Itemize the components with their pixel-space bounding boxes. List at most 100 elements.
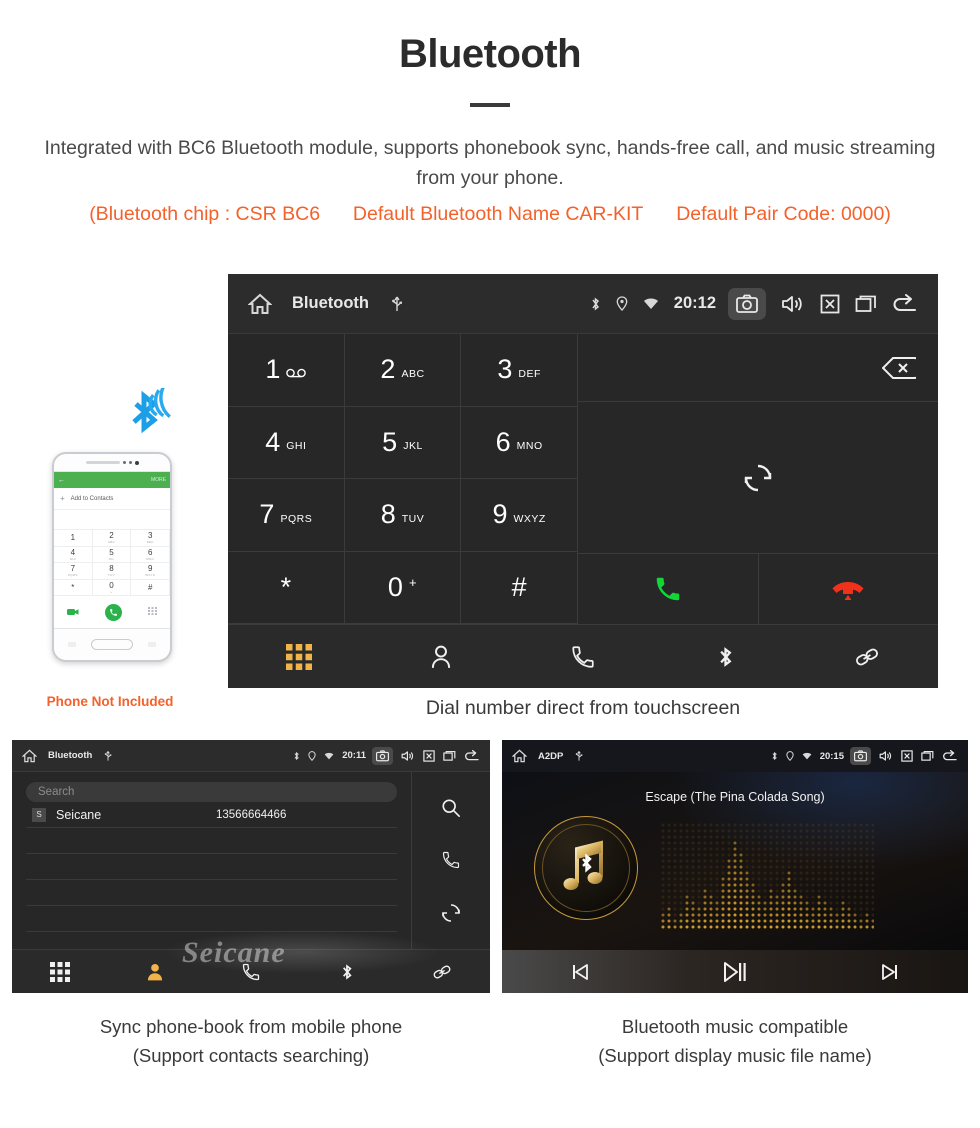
play-pause-button[interactable] [657, 960, 812, 984]
key-letters: WXYZ [513, 512, 546, 525]
dialpad-key-4[interactable]: 4 GHI [228, 406, 345, 479]
dialpad-key-1[interactable]: 1 [228, 334, 345, 407]
phone-key-number: 2 [109, 531, 114, 541]
phone-keypad: 1 2 ABC 3 DEF 4 GHI 5 JKL 6 MNO 7 PQRS 8 TUV 9 WXYZ * 0 + # [54, 530, 170, 596]
status-title: A2DP [538, 750, 564, 762]
dialpad-grid[interactable]: 1 2 ABC 3 DEF 4 GHI 5 JKL 6 MNO 7 PQRS 8 TUV 9 WXYZ * 0 + # [228, 334, 578, 624]
dialpad-key-6[interactable]: 6 MNO [461, 406, 578, 479]
status-bar: A2DP 20:15 [502, 740, 968, 772]
call-answer-button[interactable] [578, 554, 759, 624]
home-icon[interactable] [512, 749, 527, 763]
head-unit-phonebook-screenshot: Bluetooth 20:11 Search S Seicane 1356666… [12, 740, 490, 993]
contacts-icon [428, 644, 454, 670]
music-controls[interactable] [502, 950, 968, 993]
call-icon[interactable] [441, 850, 461, 870]
search-icon[interactable] [441, 798, 461, 818]
phone-key: 5 JKL [92, 546, 132, 563]
camera-icon[interactable] [728, 287, 766, 320]
nav-dialpad[interactable] [12, 961, 108, 982]
phone-key: 8 TUV [92, 563, 132, 580]
key-number: 7 [259, 499, 275, 530]
phone-key: 7 PQRS [54, 563, 93, 580]
usb-icon [391, 295, 403, 313]
volume-icon[interactable] [879, 750, 893, 762]
back-arrow-icon[interactable] [942, 750, 958, 762]
contact-row[interactable]: S Seicane 13566664466 [26, 802, 397, 828]
bottom-nav-bar[interactable] [228, 624, 938, 688]
phone-key-letters: TUV [108, 573, 115, 578]
phone-key-number: 8 [109, 564, 114, 574]
key-number: 9 [492, 499, 508, 530]
phone-more-label: MORE [151, 477, 166, 483]
location-icon [308, 750, 316, 761]
dialpad-key-8[interactable]: 8 TUV [344, 479, 462, 552]
sync-icon [743, 463, 773, 493]
phone-key: * [54, 579, 93, 596]
call-end-button[interactable] [759, 554, 939, 624]
nav-bluetooth[interactable] [654, 644, 796, 670]
caption-main-dialer: Dial number direct from touchscreen [425, 697, 741, 719]
nav-link-pair[interactable] [394, 962, 490, 982]
nav-bluetooth[interactable] [299, 962, 395, 982]
previous-track-button[interactable] [502, 962, 657, 982]
dialpad-key-5[interactable]: 5 JKL [344, 406, 462, 479]
caption-phonebook-line1: Sync phone-book from mobile phone [99, 1016, 403, 1037]
next-track-icon [880, 962, 900, 982]
close-box-icon[interactable] [423, 749, 435, 762]
backspace-icon[interactable] [882, 356, 916, 379]
recents-icon[interactable] [855, 294, 877, 314]
back-arrow-icon[interactable] [892, 293, 918, 314]
home-icon[interactable] [22, 749, 37, 763]
contact-name: Seicane [56, 807, 102, 822]
nav-call-history[interactable] [203, 962, 299, 982]
phone-key-letters: WXYZ [145, 573, 156, 578]
nav-call-history[interactable] [512, 644, 654, 670]
sync-icon[interactable] [441, 903, 461, 923]
camera-icon[interactable] [850, 747, 871, 765]
phone-video-icon [67, 608, 79, 616]
back-arrow-icon[interactable] [464, 749, 480, 762]
dialpad-key-9[interactable]: 9 WXYZ [461, 479, 578, 552]
close-box-icon[interactable] [901, 750, 913, 762]
dialpad-key-star[interactable]: * [228, 551, 345, 624]
key-letters: TUV [401, 512, 425, 525]
dialed-number-display[interactable] [578, 334, 938, 402]
contact-row-empty [26, 854, 397, 880]
volume-icon[interactable] [401, 750, 415, 762]
phone-key-letters: ABC [107, 540, 116, 545]
search-input[interactable]: Search [26, 782, 397, 802]
bluetooth-feature-page: Bluetooth Integrated with BC6 Bluetooth … [0, 0, 980, 1128]
phone-key-number: 5 [109, 547, 114, 557]
nav-link-pair[interactable] [796, 644, 938, 670]
key-number: 5 [382, 426, 398, 457]
home-icon[interactable] [248, 293, 272, 315]
dialpad-key-2[interactable]: 2 ABC [344, 334, 462, 407]
sync-contacts-button[interactable] [578, 402, 938, 554]
bluetooth-icon [716, 644, 735, 670]
caption-phonebook: Sync phone-book from mobile phone (Suppo… [12, 1012, 490, 1070]
phonebook-action-rail[interactable] [412, 772, 490, 949]
phone-keypad-toggle-icon [148, 607, 157, 617]
dialpad-key-3[interactable]: 3 DEF [461, 334, 578, 407]
volume-icon[interactable] [781, 294, 805, 314]
link-pair-icon [854, 644, 880, 670]
camera-icon[interactable] [372, 746, 393, 765]
call-end-icon [831, 576, 865, 602]
dialpad-key-7[interactable]: 7 PQRS [228, 479, 345, 552]
song-title: Escape (The Pina Colada Song) [645, 790, 825, 804]
status-bar: Bluetooth 20:11 [12, 740, 490, 772]
nav-dialpad[interactable] [228, 643, 370, 670]
dialpad-key-hash[interactable]: # [461, 551, 578, 624]
close-box-icon[interactable] [820, 294, 840, 314]
head-unit-dialer-screenshot: Bluetooth 20:12 1 2 ABC 3 DEF 4 GHI 5 JK… [228, 274, 938, 688]
phone-home-bar [54, 629, 170, 660]
nav-contacts[interactable] [370, 644, 512, 670]
spec-bt-name: Default Bluetooth Name CAR-KIT [352, 203, 644, 225]
nav-contacts[interactable] [108, 962, 204, 982]
contact-avatar: S [32, 807, 46, 822]
dialpad-key-0[interactable]: 0 + [344, 551, 462, 624]
next-track-button[interactable] [813, 962, 968, 982]
bottom-nav-bar[interactable] [12, 949, 490, 993]
recents-icon[interactable] [921, 750, 934, 762]
recents-icon[interactable] [443, 750, 456, 762]
